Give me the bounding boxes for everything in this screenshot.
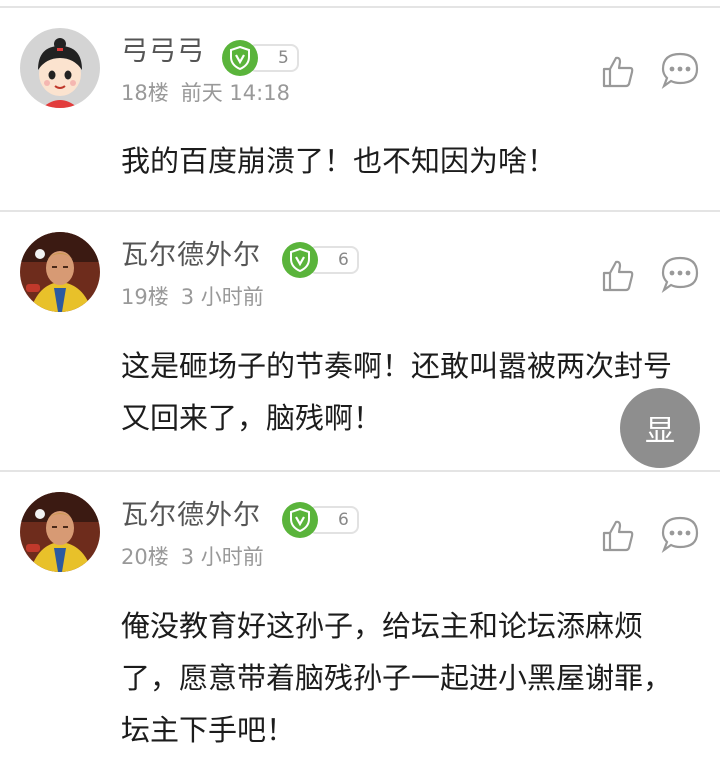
like-icon[interactable]: [598, 52, 638, 92]
like-icon[interactable]: [598, 516, 638, 556]
floor-number: 20楼: [121, 545, 169, 569]
username[interactable]: 弓弓弓: [121, 38, 205, 65]
post-content: 俺没教育好这孙子，给坛主和论坛添麻烦了，愿意带着脑残孙子一起进小黑屋谢罪，坛主下…: [121, 609, 673, 747]
top-divider: [0, 6, 720, 8]
show-floating-button[interactable]: 显: [620, 388, 700, 468]
post-meta: 20楼 3 小时前: [121, 547, 264, 568]
cartoon-girl-avatar-icon: [20, 28, 100, 108]
post-meta: 19楼 3 小时前: [121, 287, 264, 308]
username[interactable]: 瓦尔德外尔: [121, 502, 261, 529]
avatar[interactable]: [20, 232, 100, 312]
reply-icon[interactable]: [660, 514, 700, 554]
level-number: 5: [278, 48, 289, 68]
floor-number: 19楼: [121, 285, 169, 309]
player-photo-avatar-icon: [20, 492, 100, 572]
post-divider: [0, 210, 720, 212]
floor-number: 18楼: [121, 81, 169, 105]
avatar[interactable]: [20, 28, 100, 108]
post-content: 这是砸场子的节奏啊！还敢叫嚣被两次封号又回来了，脑残啊！: [121, 349, 673, 435]
level-shield-icon: [282, 242, 318, 278]
post-time: 3 小时前: [180, 285, 264, 309]
username[interactable]: 瓦尔德外尔: [121, 242, 261, 269]
level-number: 6: [338, 510, 349, 530]
player-photo-avatar-icon: [20, 232, 100, 312]
post-time: 3 小时前: [180, 545, 264, 569]
level-shield-icon: [282, 502, 318, 538]
show-floating-button-label: 显: [645, 414, 675, 449]
level-number: 6: [338, 250, 349, 270]
post-content: 我的百度崩溃了！也不知因为啥！: [121, 144, 557, 178]
avatar[interactable]: [20, 492, 100, 572]
post-meta: 18楼 前天 14:18: [121, 83, 290, 104]
reply-icon[interactable]: [660, 254, 700, 294]
like-icon[interactable]: [598, 256, 638, 296]
level-shield-icon: [222, 40, 258, 76]
reply-icon[interactable]: [660, 50, 700, 90]
post-divider: [0, 470, 720, 472]
post-time: 前天 14:18: [180, 81, 290, 105]
